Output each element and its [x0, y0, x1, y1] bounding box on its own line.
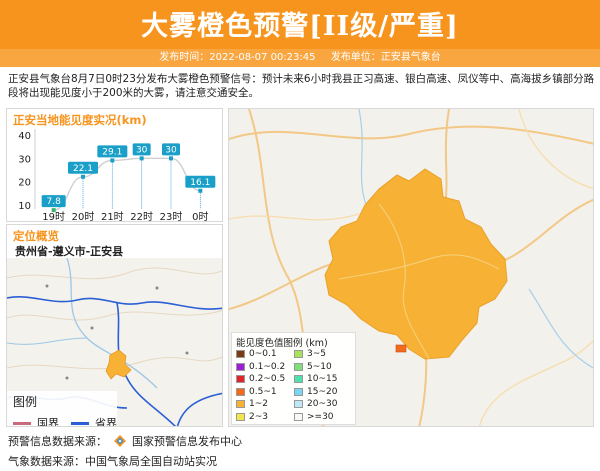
x-tick-label: 20时 — [72, 211, 95, 223]
visibility-legend-label: 0~0.1 — [249, 349, 277, 359]
visibility-legend-item: 3~5 — [294, 349, 326, 359]
visibility-point — [110, 158, 115, 163]
x-tick-label: 21时 — [101, 211, 124, 223]
x-tick-label: 19时 — [42, 211, 65, 223]
visibility-value-label: 22.1 — [73, 164, 93, 174]
warning-source-line: 预警信息数据来源： 国家预警信息发布中心 — [8, 433, 242, 449]
visibility-value-label: 30 — [165, 145, 177, 155]
visibility-legend-item: 15~20 — [294, 387, 337, 397]
warning-area-map[interactable]: 能见度色值图例 (km) 0~0.1 3~5 0.1~0.2 5~10 0.2~0.5 1… — [228, 108, 594, 427]
weather-source-line: 气象数据来源：中国气象局全国自动站实况 — [8, 455, 217, 468]
national-border-swatch — [13, 421, 31, 425]
y-tick-label: 30 — [18, 154, 31, 165]
visibility-legend-label: >=30 — [307, 411, 334, 422]
visibility-legend-item: 10~15 — [294, 374, 337, 384]
visibility-point — [169, 156, 173, 161]
visibility-value-label: 30 — [136, 145, 148, 155]
warning-header: 大雾橙色预警[II级/严重] 发布时间：2022-08-07 00:23:45 … — [0, 0, 600, 67]
visibility-legend-title: 能见度色值图例 (km) — [236, 338, 328, 349]
overview-legend-title: 图例 — [13, 395, 38, 409]
visibility-value-label: 16.1 — [190, 178, 210, 188]
visibility-legend-swatch — [236, 412, 245, 421]
warning-title: 大雾橙色预警[II级/严重] — [141, 11, 459, 42]
visibility-legend-label: 10~15 — [307, 374, 338, 384]
visibility-legend-swatch — [236, 375, 245, 383]
visibility-legend-label: 5~10 — [307, 361, 332, 372]
legend-item-province-border: 省界 — [71, 415, 117, 427]
visibility-legend-item: 0.1~0.2 — [236, 362, 285, 372]
visibility-legend-item: >=30 — [294, 412, 334, 422]
warning-description: 正安县气象台8月7日0时23分发布大雾橙色预警信号：预计未来6小时我县正习高速、… — [8, 73, 595, 99]
visibility-legend-item: 2~3 — [236, 412, 268, 422]
visibility-legend-swatch — [294, 400, 303, 408]
visibility-legend-swatch — [236, 350, 245, 358]
warning-center-logo-icon — [113, 435, 126, 447]
visibility-legend-swatch — [236, 400, 245, 408]
publish-time: 发布时间：2022-08-07 00:23:45 — [159, 52, 316, 63]
visibility-value-label: 7.8 — [47, 197, 62, 207]
visibility-legend-label: 20~30 — [307, 399, 338, 409]
warning-meta-bar: 发布时间：2022-08-07 00:23:45 发布单位：正安县气象台 — [0, 49, 600, 67]
visibility-point — [81, 174, 85, 179]
warning-source-label: 预警信息数据来源： — [8, 435, 107, 448]
visibility-legend-swatch — [294, 350, 303, 358]
visibility-legend-swatch — [294, 412, 303, 421]
visibility-legend-label: 2~3 — [249, 411, 268, 422]
location-overview-title: 定位概览 — [13, 229, 59, 243]
visibility-legend: 能见度色值图例 (km) 0~0.1 3~5 0.1~0.2 5~10 0.2~0.5 1… — [231, 332, 356, 425]
x-tick-label: 22时 — [130, 211, 153, 223]
location-path: 贵州省-遵义市-正安县 — [15, 245, 124, 258]
province-border-swatch — [71, 421, 89, 425]
visibility-legend-swatch — [294, 362, 303, 371]
visibility-legend-label: 15~20 — [307, 386, 338, 397]
overview-map[interactable]: 图例 国界 省界 — [7, 257, 222, 427]
visibility-legend-swatch — [236, 387, 245, 396]
publish-unit: 发布单位：正安县气象台 — [330, 52, 441, 63]
overview-legend: 图例 国界 省界 — [7, 391, 117, 427]
visibility-legend-label: 0.2~0.5 — [249, 374, 286, 384]
visibility-legend-label: 0.5~1 — [249, 386, 277, 397]
y-tick-label: 40 — [18, 131, 31, 142]
visibility-legend-swatch — [294, 375, 303, 383]
visibility-legend-item: 0~0.1 — [236, 349, 277, 359]
y-tick-label: 20 — [18, 178, 31, 189]
warning-source-name: 国家预警信息发布中心 — [132, 435, 242, 448]
visibility-legend-item: 20~30 — [294, 399, 337, 409]
visibility-point — [198, 188, 203, 193]
y-tick-label: 10 — [18, 201, 31, 212]
visibility-legend-item: 0.2~0.5 — [236, 374, 285, 384]
visibility-legend-swatch — [236, 362, 245, 371]
legend-label: 国界 — [37, 417, 59, 427]
visibility-legend-swatch — [294, 387, 303, 396]
visibility-value-label: 29.1 — [102, 147, 122, 157]
legend-item-national-border: 国界 — [13, 415, 59, 427]
x-tick-label: 23时 — [160, 211, 183, 223]
visibility-chart: 10 20 30 40 7.8 19时 22.1 20时 29.1 21时 30 22时 30 23时 16… — [18, 129, 216, 223]
visibility-legend-label: 0.1~0.2 — [249, 361, 286, 372]
visibility-legend-item: 1~2 — [236, 399, 268, 409]
visibility-legend-label: 1~2 — [249, 399, 268, 409]
x-tick-label: 0时 — [192, 211, 208, 223]
legend-label: 省界 — [95, 417, 117, 427]
visibility-legend-item: 5~10 — [294, 362, 332, 372]
visibility-point — [139, 156, 144, 161]
visibility-legend-item: 0.5~1 — [236, 387, 277, 397]
location-overview-panel: 定位概览 贵州省-遵义市-正安县 图例 国界 省界 — [6, 224, 223, 427]
visibility-legend-label: 3~5 — [307, 349, 326, 359]
visibility-chart-panel: 正安当地能见度实况(km) 10 20 30 40 7.8 19时 22.1 20时 29.1 2… — [6, 108, 223, 223]
